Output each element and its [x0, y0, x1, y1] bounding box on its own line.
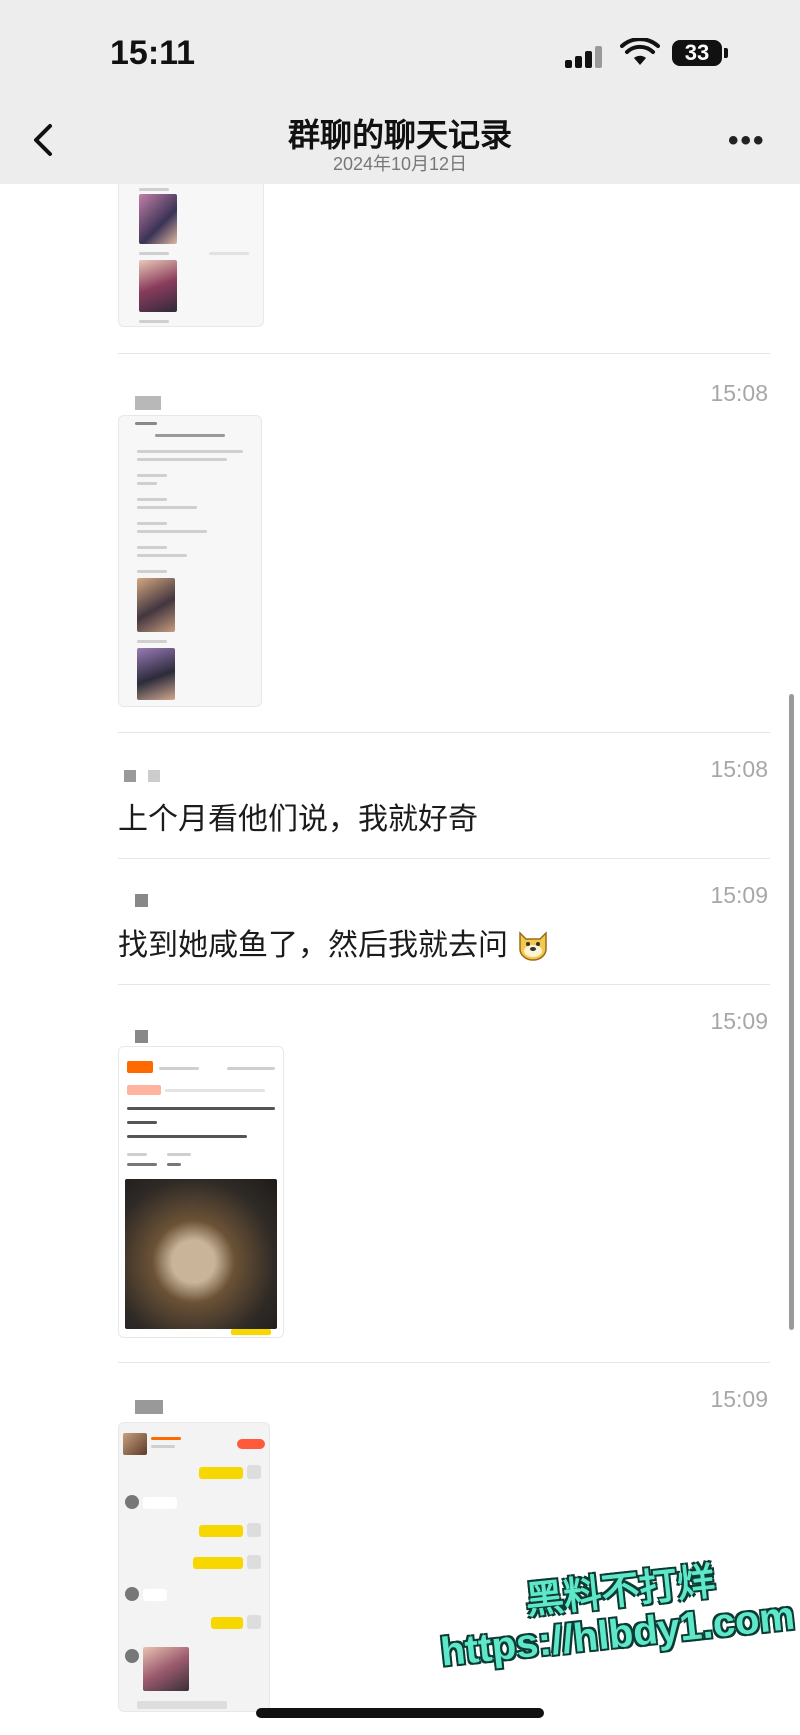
status-bar: 15:11 33 [0, 0, 800, 100]
message-divider [118, 1362, 770, 1363]
wifi-icon [620, 38, 660, 65]
message-text: 上个月看他们说，我就好奇 [118, 803, 478, 836]
message-divider [118, 732, 770, 733]
more-options-icon[interactable]: ••• [728, 124, 766, 158]
home-indicator[interactable] [256, 1708, 544, 1718]
battery-tip [724, 48, 728, 58]
sender-name-blurred [135, 1030, 148, 1043]
message-item: 15:08 上个月看他们说，我就好奇 [0, 756, 800, 856]
nav-bar: 群聊的聊天记录 2024年10月12日 ••• [0, 100, 800, 184]
message-divider [118, 858, 770, 859]
sender-name-blurred [148, 770, 160, 782]
message-item: 15:08 [0, 380, 800, 730]
message-time: 15:09 [710, 882, 768, 908]
message-time: 15:08 [710, 756, 768, 782]
chat-image-thumbnail[interactable] [118, 1422, 270, 1712]
message-text: 找到她咸鱼了，然后我就去问 [118, 920, 550, 964]
chat-image-thumbnail[interactable] [118, 1046, 284, 1338]
message-item: 15:09 找到她咸鱼了，然后我就去问 [0, 882, 800, 982]
scrollbar[interactable] [789, 694, 794, 1330]
sender-name-blurred [135, 396, 161, 410]
message-time: 15:08 [710, 380, 768, 406]
message-time: 15:09 [710, 1386, 768, 1412]
sender-name-blurred [135, 894, 148, 907]
message-divider [118, 353, 770, 354]
sender-name-blurred [124, 770, 136, 782]
chat-image-thumbnail[interactable] [118, 184, 264, 327]
signal-icon [565, 44, 605, 68]
message-time: 15:09 [710, 1008, 768, 1034]
status-time: 15:11 [110, 34, 196, 72]
sender-name-blurred [135, 1400, 163, 1414]
page-subtitle: 2024年10月12日 [332, 154, 468, 174]
doge-emoji-icon [519, 931, 548, 961]
chat-image-thumbnail[interactable] [118, 415, 262, 707]
message-text-content: 找到她咸鱼了，然后我就去问 [118, 929, 508, 962]
message-item: 15:09 [0, 1008, 800, 1348]
message-divider [118, 984, 770, 985]
battery-icon: 33 [672, 40, 722, 66]
